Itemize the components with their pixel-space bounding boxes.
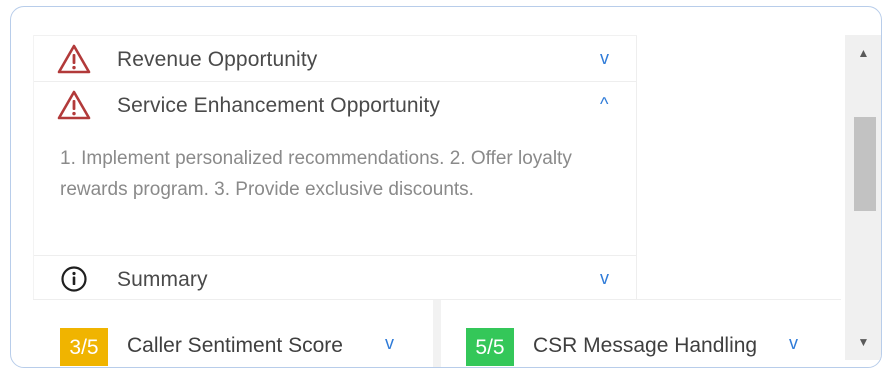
caller-sentiment-score-badge: 3/5 bbox=[60, 328, 108, 366]
score-bar: 3/5 Caller Sentiment Score v 5/5 CSR Mes… bbox=[33, 299, 841, 367]
caller-sentiment-score-label[interactable]: Caller Sentiment Score bbox=[127, 334, 343, 358]
insights-panel: Revenue Opportunity v Service Enhancemen… bbox=[10, 6, 882, 368]
accordion-item-service-enhancement[interactable]: Service Enhancement Opportunity ^ bbox=[34, 81, 637, 127]
csr-message-handling-label[interactable]: CSR Message Handling bbox=[533, 334, 757, 358]
accordion-card: Revenue Opportunity v Service Enhancemen… bbox=[33, 35, 637, 300]
accordion-item-title: Summary bbox=[117, 268, 208, 291]
chevron-down-icon[interactable]: v bbox=[385, 333, 394, 354]
scrollbar-thumb[interactable] bbox=[854, 117, 876, 211]
accordion-item-revenue-opportunity[interactable]: Revenue Opportunity v bbox=[34, 35, 637, 81]
scroll-up-arrow-icon[interactable]: ▲ bbox=[845, 35, 881, 71]
chevron-down-icon[interactable]: v bbox=[600, 48, 609, 69]
score-divider bbox=[433, 300, 441, 367]
csr-message-handling-badge: 5/5 bbox=[466, 328, 514, 366]
accordion-item-title: Service Enhancement Opportunity bbox=[117, 94, 440, 117]
accordion-item-summary[interactable]: Summary v bbox=[34, 255, 637, 301]
chevron-down-icon[interactable]: v bbox=[789, 333, 798, 354]
warning-triangle-icon bbox=[57, 44, 91, 74]
warning-triangle-icon bbox=[57, 90, 91, 120]
scroll-down-arrow-icon[interactable]: ▼ bbox=[845, 324, 881, 360]
chevron-up-icon[interactable]: ^ bbox=[600, 94, 608, 115]
chevron-down-icon[interactable]: v bbox=[600, 268, 609, 289]
accordion-item-detail: 1. Implement personalized recommendation… bbox=[60, 148, 572, 200]
vertical-scrollbar[interactable]: ▲ ▼ bbox=[845, 35, 881, 360]
info-circle-icon bbox=[61, 266, 87, 292]
accordion-item-title: Revenue Opportunity bbox=[117, 48, 318, 71]
